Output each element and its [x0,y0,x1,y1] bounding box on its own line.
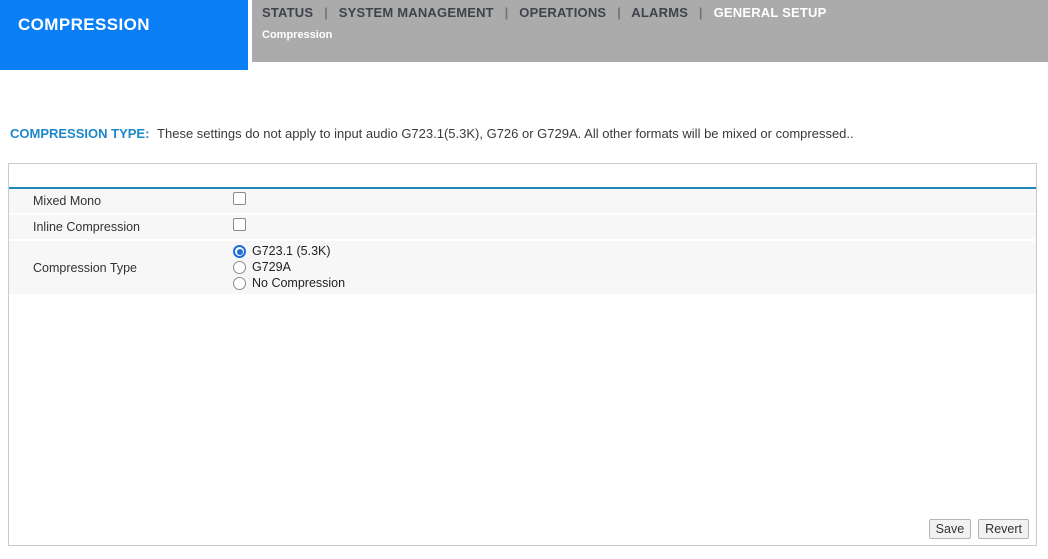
save-button[interactable]: Save [928,519,972,539]
nav-item-status[interactable]: STATUS [262,5,313,20]
form-row-mixed-mono: Mixed Mono [9,189,1036,213]
radio-label: G723.1 (5.3K) [252,244,331,258]
panel-buttons: Save Revert [928,519,1029,539]
nav-separator: | [617,5,621,20]
section-description: These settings do not apply to input aud… [157,126,854,141]
nav-separator: | [324,5,328,20]
subnav-item-compression[interactable]: Compression [262,29,332,41]
field-label: Compression Type [33,260,137,275]
form-row-compression-type: Compression Type G723.1 (5.3K) G729A No … [9,241,1036,294]
page: COMPRESSION STATUS | SYSTEM MANAGEMENT |… [0,0,1048,559]
main-nav: STATUS | SYSTEM MANAGEMENT | OPERATIONS … [252,0,1048,20]
top-navbar: STATUS | SYSTEM MANAGEMENT | OPERATIONS … [252,0,1048,62]
inline-compression-checkbox[interactable] [233,218,246,231]
settings-panel: Mixed Mono Inline Compression Compressio… [8,163,1037,546]
field-label: Mixed Mono [33,194,102,208]
compression-type-radio-no-compression[interactable] [233,277,246,290]
field-control [233,192,1036,210]
nav-item-operations[interactable]: OPERATIONS [519,5,606,20]
section-heading: COMPRESSION TYPE: These settings do not … [10,126,1038,141]
revert-button[interactable]: Revert [978,519,1029,539]
compression-type-radio-group: G723.1 (5.3K) G729A No Compression [233,244,1036,291]
panel-header-spacer [9,164,1036,187]
field-control [233,218,1036,236]
nav-item-alarms[interactable]: ALARMS [631,5,688,20]
page-title: COMPRESSION [0,0,248,70]
radio-option-g7231[interactable]: G723.1 (5.3K) [233,244,1036,259]
sub-nav: Compression [252,20,1048,41]
compression-type-radio-g7231[interactable] [233,245,246,258]
nav-separator: | [504,5,509,20]
nav-item-general-setup[interactable]: GENERAL SETUP [714,5,827,20]
field-label: Inline Compression [33,220,140,234]
nav-separator: | [698,5,703,20]
radio-option-g729a[interactable]: G729A [233,260,1036,275]
form-row-inline-compression: Inline Compression [9,215,1036,239]
radio-option-no-compression[interactable]: No Compression [233,276,1036,291]
radio-label: G729A [252,260,291,274]
nav-item-system-management[interactable]: SYSTEM MANAGEMENT [339,5,494,20]
section-label: COMPRESSION TYPE: [10,126,150,141]
compression-type-radio-g729a[interactable] [233,261,246,274]
radio-label: No Compression [252,276,346,290]
mixed-mono-checkbox[interactable] [233,192,246,205]
